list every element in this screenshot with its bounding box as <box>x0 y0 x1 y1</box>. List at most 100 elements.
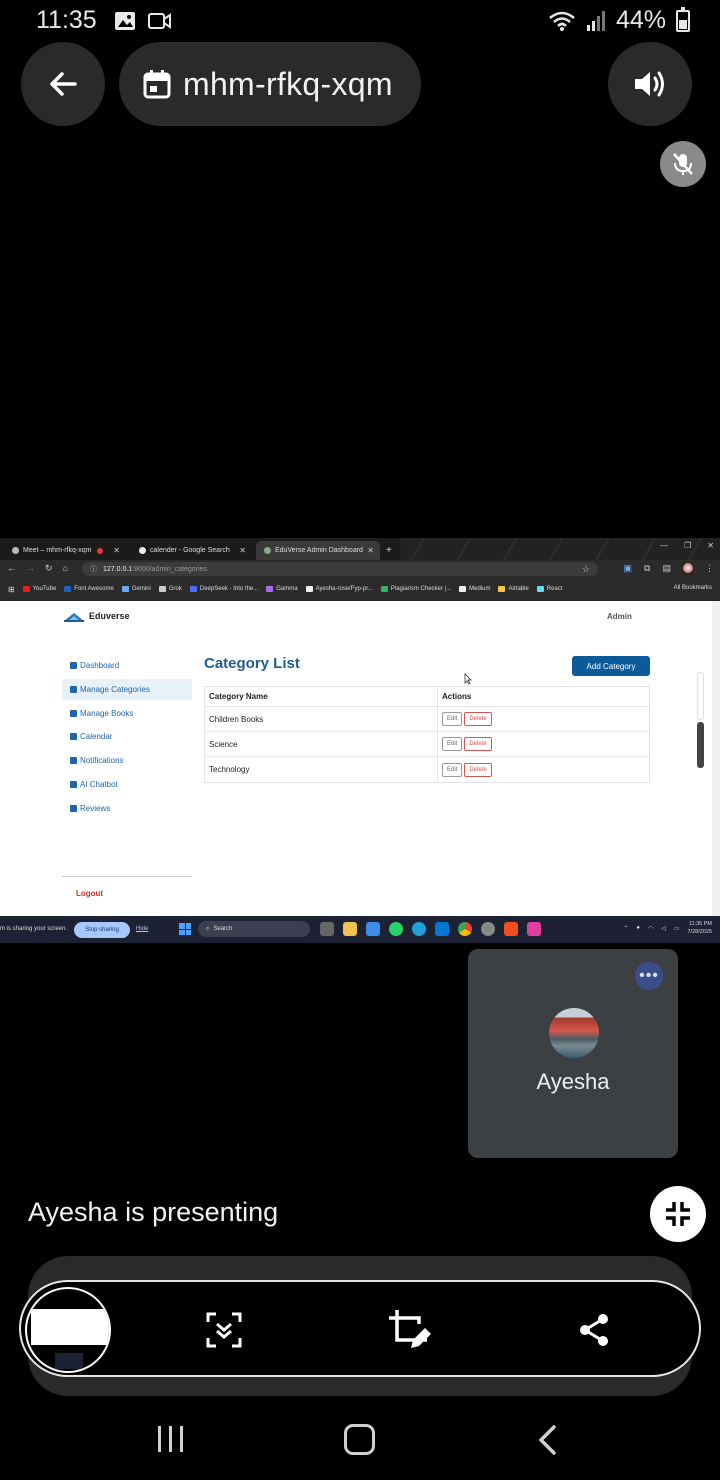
bookmark-item[interactable]: Plagiarism Checker |... <box>380 586 451 592</box>
file-explorer-icon[interactable] <box>343 922 357 936</box>
bookmark-favicon-icon <box>64 586 72 592</box>
figma-icon[interactable] <box>504 922 518 936</box>
more-options-button[interactable]: ••• <box>635 962 663 990</box>
meeting-info-chip[interactable]: mhm-rfkq-xqm <box>119 42 421 126</box>
logout-link[interactable]: Logout <box>76 889 103 898</box>
tray-chevron-icon[interactable]: ⌃ <box>623 925 628 932</box>
edge-icon[interactable] <box>412 922 426 936</box>
address-bar[interactable]: ⓘ 127.0.0.1:8000/admin_categories ☆ <box>82 562 598 576</box>
recent-apps-icon[interactable] <box>158 1426 183 1452</box>
edit-button[interactable]: Edit <box>442 737 463 751</box>
sidebar-item-ai-chatbot[interactable]: AI Chatbot <box>62 774 192 795</box>
speaker-button[interactable] <box>608 42 692 126</box>
tray-volume-icon[interactable]: ◁ <box>661 925 666 932</box>
taskbar-apps <box>320 922 541 936</box>
web-page: Eduverse Admin Dashboard Manage Categorie… <box>0 601 712 916</box>
meeting-code: mhm-rfkq-xqm <box>183 65 393 102</box>
delete-button[interactable]: Delete <box>464 712 492 726</box>
brand[interactable]: Eduverse <box>63 610 130 622</box>
browser-forward-icon[interactable]: → <box>26 563 35 574</box>
exit-fullscreen-button[interactable] <box>650 1186 706 1242</box>
back-button[interactable] <box>21 42 105 126</box>
bookmark-item[interactable]: Ayesha-rose/Fyp-pr... <box>305 586 373 592</box>
sidepanel-icon[interactable]: ▤ <box>662 563 671 574</box>
sidebar-item-manage-books[interactable]: Manage Books <box>62 703 192 724</box>
participant-tile[interactable]: ••• Ayesha <box>468 949 678 1158</box>
profile-avatar-icon[interactable] <box>683 563 693 573</box>
store-icon[interactable] <box>366 922 380 936</box>
tray-battery-icon[interactable]: ▭ <box>674 925 680 932</box>
edit-button[interactable]: Edit <box>442 762 463 777</box>
new-tab-button[interactable]: + <box>383 541 399 560</box>
extensions-icon[interactable]: ⧉ <box>644 563 650 574</box>
taskbar-search[interactable]: ⌕ Search <box>198 921 310 937</box>
page-scrollbar[interactable] <box>712 601 720 916</box>
translate-icon[interactable]: ▣ <box>624 563 633 574</box>
reload-icon[interactable]: ↻ <box>45 563 53 574</box>
screenshot-toolbar <box>19 1280 701 1377</box>
app-icon[interactable] <box>527 922 541 936</box>
bookmark-item[interactable]: Font Awesome <box>64 586 114 592</box>
add-category-button[interactable]: Add Category <box>572 656 650 676</box>
scroll-capture-button[interactable] <box>202 1308 246 1352</box>
sidebar-item-manage-categories[interactable]: Manage Categories <box>62 678 192 700</box>
bookmark-item[interactable]: Gamma <box>266 586 298 592</box>
github-icon[interactable] <box>481 922 495 936</box>
bookmark-item[interactable]: Grok <box>158 586 182 592</box>
bookmark-star-icon[interactable]: ☆ <box>582 564 590 575</box>
sidebar-item-calendar[interactable]: Calendar <box>62 726 192 747</box>
browser-back-icon[interactable]: ← <box>7 563 16 574</box>
comment-icon <box>70 804 77 812</box>
chrome-icon[interactable] <box>458 922 472 936</box>
bookmark-item[interactable]: Gemini <box>121 586 151 592</box>
windows-start-icon[interactable] <box>179 923 191 935</box>
sidebar-item-notifications[interactable]: Notifications <box>62 750 192 771</box>
category-table: Category Name Actions Children Books Edit… <box>204 686 650 783</box>
share-message: m is sharing your screen. <box>0 926 68 932</box>
bookmark-item[interactable]: Medium <box>459 586 490 592</box>
delete-button[interactable]: Delete <box>464 737 492 751</box>
restore-icon[interactable]: ❐ <box>684 541 691 550</box>
browser-tab-search[interactable]: calender - Google Search ✕ <box>131 541 252 560</box>
tray-wifi-icon[interactable]: ◠ <box>648 925 653 932</box>
system-tray: ⌃ ● ◠ ◁ ▭ 11:35 PM 7/28/2025 <box>623 920 712 936</box>
status-bar: 11:35 44% <box>0 0 720 44</box>
home-icon[interactable]: ⌂ <box>63 563 68 574</box>
bookmark-item[interactable]: Airtable <box>498 586 529 592</box>
whatsapp-icon[interactable] <box>389 922 403 936</box>
sidebar-item-dashboard[interactable]: Dashboard <box>62 655 192 676</box>
mic-off-icon <box>673 153 693 175</box>
stop-sharing-button[interactable]: Stop sharing <box>74 922 130 938</box>
sidebar: Dashboard Manage Categories Manage Books Ca… <box>62 655 192 822</box>
crop-edit-button[interactable] <box>387 1308 431 1352</box>
table-row: Technology Edit Delete <box>205 757 649 782</box>
delete-button[interactable]: Delete <box>464 762 492 777</box>
home-button-icon[interactable] <box>344 1424 375 1455</box>
bookmark-item[interactable]: DeepSeek - Into the... <box>189 586 258 592</box>
minimize-icon[interactable]: — <box>660 541 668 550</box>
hide-link[interactable]: Hide <box>136 926 148 932</box>
vscode-icon[interactable] <box>435 922 449 936</box>
bookmark-item[interactable]: YouTube <box>22 586 56 592</box>
apps-grid-icon[interactable]: ⊞ <box>8 585 15 594</box>
task-view-icon[interactable] <box>320 922 334 936</box>
taskbar-clock[interactable]: 11:35 PM 7/28/2025 <box>688 920 712 936</box>
screenshot-thumbnail[interactable] <box>25 1287 111 1373</box>
all-bookmarks-link[interactable]: All Bookmarks <box>674 585 712 591</box>
column-header-name: Category Name <box>205 687 438 706</box>
menu-icon[interactable]: ⋮ <box>705 563 714 574</box>
share-button[interactable] <box>572 1308 616 1352</box>
table-row: Children Books Edit Delete <box>205 707 649 732</box>
close-icon[interactable]: ✕ <box>707 541 714 550</box>
browser-tab-eduverse[interactable]: EduVerse Admin Dashboard ✕ <box>256 541 380 560</box>
bookmark-item[interactable]: React <box>536 586 562 592</box>
tray-mic-icon[interactable]: ● <box>636 925 640 931</box>
site-info-icon[interactable]: ⓘ <box>90 564 97 574</box>
nav-back-icon[interactable] <box>536 1424 558 1456</box>
mic-muted-indicator <box>660 141 706 187</box>
browser-tab-meet[interactable]: Meet – mhm-rfkq-xqm ✕ <box>4 541 126 560</box>
edit-button[interactable]: Edit <box>442 712 463 726</box>
sidebar-item-reviews[interactable]: Reviews <box>62 798 192 819</box>
scroll-thumb[interactable] <box>697 722 704 768</box>
participant-name: Ayesha <box>536 1069 610 1094</box>
